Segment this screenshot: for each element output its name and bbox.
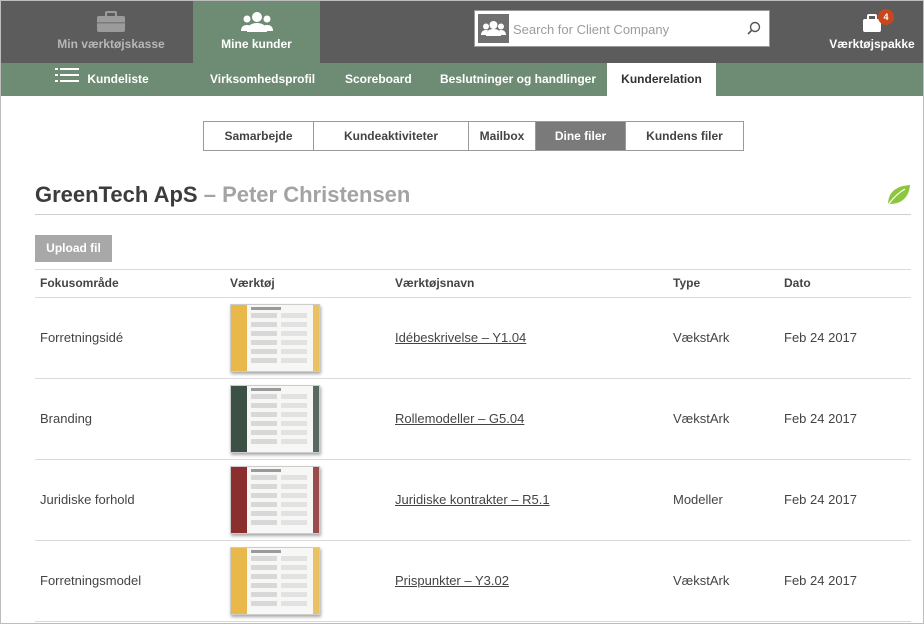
table-row: Forretningsmodel Prispunkter – Y3.02 Væk…: [35, 541, 911, 622]
row-focus: Branding: [40, 411, 93, 426]
contact-person: Peter Christensen: [222, 182, 411, 207]
page-title: GreenTech ApS – Peter Christensen: [35, 182, 410, 208]
tool-name-link[interactable]: Idébeskrivelse – Y1.04: [395, 330, 526, 345]
tab-collaboration[interactable]: Samarbejde: [204, 122, 314, 150]
tool-name-link[interactable]: Prispunkter – Y3.02: [395, 573, 509, 588]
tool-thumbnail[interactable]: [230, 385, 320, 453]
magnifier-icon[interactable]: [747, 21, 761, 40]
client-search: [474, 10, 770, 47]
search-input[interactable]: [513, 19, 743, 39]
nav-toolbox-label: Min værktøjskasse: [57, 37, 165, 51]
subnav-scoreboard[interactable]: Scoreboard: [345, 63, 412, 96]
title-divider: [35, 214, 911, 215]
client-list-label: Kundeliste: [87, 72, 149, 86]
tab-client-files[interactable]: Kundens filer: [626, 122, 743, 150]
nav-my-clients[interactable]: Mine kunder: [193, 1, 320, 63]
tool-thumbnail[interactable]: [230, 304, 320, 372]
nav-toolbox[interactable]: Min værktøjskasse: [31, 1, 191, 63]
clients-icon: [193, 11, 320, 33]
tab-mailbox[interactable]: Mailbox: [469, 122, 536, 150]
toolbox-icon: [31, 11, 191, 33]
subnav-client-relation[interactable]: Kunderelation: [607, 63, 716, 96]
column-header-tool: Værktøj: [230, 276, 275, 290]
company-name: GreenTech ApS: [35, 182, 198, 207]
table-row: Forretningsidé Idébeskrivelse – Y1.04 Væ…: [35, 298, 911, 379]
row-type: Modeller: [673, 492, 723, 507]
row-type: VækstArk: [673, 330, 730, 345]
row-focus: Forretningsmodel: [40, 573, 142, 588]
tool-name-link[interactable]: Rollemodeller – G5.04: [395, 411, 524, 426]
table-row: Juridiske forhold Juridiske kontrakter –…: [35, 460, 911, 541]
row-type: VækstArk: [673, 411, 730, 426]
hamburger-icon: [55, 63, 79, 96]
row-date: Feb 24 2017: [784, 573, 858, 588]
client-list-link[interactable]: Kundeliste: [55, 63, 149, 96]
package-count-badge: 4: [878, 9, 894, 25]
search-people-icon: [478, 14, 509, 43]
column-header-focus: Fokusområde: [40, 276, 119, 290]
row-date: Feb 24 2017: [784, 492, 858, 507]
column-header-tool-name: Værktøjsnavn: [395, 276, 475, 290]
tool-name-link[interactable]: Juridiske kontrakter – R5.1: [395, 492, 550, 507]
sub-navigation: Kundeliste Virksomhedsprofil Scoreboard …: [1, 63, 923, 96]
nav-my-clients-label: Mine kunder: [221, 37, 292, 51]
package-icon: [821, 11, 923, 33]
tool-thumbnail[interactable]: [230, 466, 320, 534]
top-bar: Min værktøjskasse Mine kunder Værktøjspa…: [1, 1, 923, 63]
subnav-company-profile[interactable]: Virksomhedsprofil: [210, 63, 315, 96]
column-header-date: Dato: [784, 276, 811, 290]
leaf-icon: [885, 183, 911, 212]
row-date: Feb 24 2017: [784, 411, 858, 426]
nav-tool-package-label: Værktøjspakke: [829, 37, 915, 51]
column-header-type: Type: [673, 276, 701, 290]
tab-your-files[interactable]: Dine filer: [536, 122, 626, 150]
row-type: VækstArk: [673, 573, 730, 588]
file-tabs: Samarbejde Kundeaktiviteter Mailbox Dine…: [203, 121, 744, 151]
tool-thumbnail[interactable]: [230, 547, 320, 615]
table-header: Fokusområde Værktøj Værktøjsnavn Type Da…: [35, 269, 911, 298]
nav-tool-package[interactable]: Værktøjspakke: [821, 1, 923, 63]
row-date: Feb 24 2017: [784, 330, 858, 345]
title-separator: –: [197, 182, 223, 207]
table-row: Branding Rollemodeller – G5.04 VækstArk …: [35, 379, 911, 460]
upload-file-button[interactable]: Upload fil: [35, 235, 112, 262]
row-focus: Forretningsidé: [40, 330, 124, 345]
row-focus: Juridiske forhold: [40, 492, 135, 507]
tab-client-activities[interactable]: Kundeaktiviteter: [314, 122, 469, 150]
subnav-decisions-actions[interactable]: Beslutninger og handlinger: [440, 63, 596, 96]
